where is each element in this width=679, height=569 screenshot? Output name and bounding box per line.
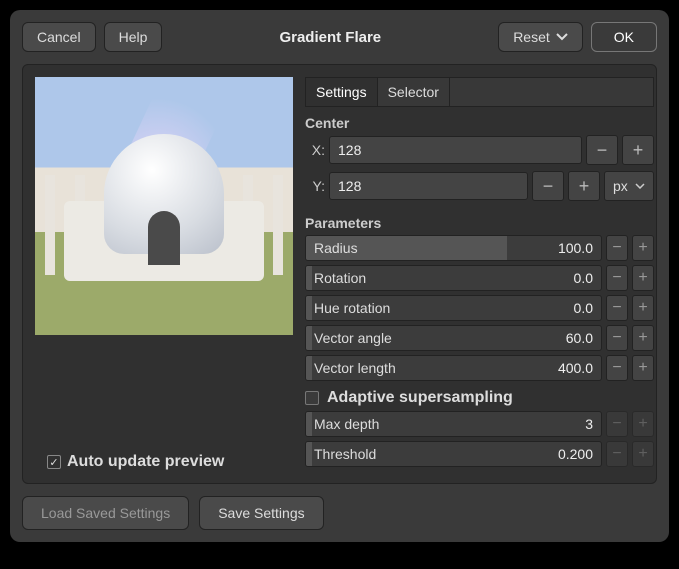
tab-bar: Settings Selector: [305, 77, 654, 107]
x-decrement-button[interactable]: −: [586, 135, 618, 165]
center-section-title: Center: [305, 115, 654, 131]
param-slider-0[interactable]: Radius 100.0: [305, 235, 602, 261]
auto-update-row[interactable]: ✓ Auto update preview: [47, 453, 293, 471]
max-depth-increment[interactable]: +: [632, 411, 654, 437]
help-button[interactable]: Help: [104, 22, 163, 52]
threshold-value: 0.200: [558, 446, 593, 462]
max-depth-label: Max depth: [314, 416, 379, 432]
cancel-button[interactable]: Cancel: [22, 22, 96, 52]
param-increment[interactable]: +: [632, 295, 654, 321]
param-label: Radius: [314, 240, 358, 256]
param-decrement[interactable]: −: [606, 295, 628, 321]
y-input[interactable]: [329, 172, 528, 200]
param-slider-4[interactable]: Vector length 400.0: [305, 355, 602, 381]
param-slider-1[interactable]: Rotation 0.0: [305, 265, 602, 291]
param-label: Rotation: [314, 270, 366, 286]
param-decrement[interactable]: −: [606, 265, 628, 291]
plus-icon: +: [579, 176, 590, 197]
param-value: 60.0: [566, 330, 593, 346]
param-slider-3[interactable]: Vector angle 60.0: [305, 325, 602, 351]
ok-button[interactable]: OK: [591, 22, 657, 52]
chevron-down-icon: [556, 33, 568, 41]
tab-settings[interactable]: Settings: [306, 78, 378, 106]
chevron-down-icon: [635, 183, 645, 189]
y-label: Y:: [305, 178, 325, 194]
param-decrement[interactable]: −: [606, 355, 628, 381]
parameters-section-title: Parameters: [305, 215, 654, 231]
unit-value: px: [613, 178, 628, 194]
param-slider-2[interactable]: Hue rotation 0.0: [305, 295, 602, 321]
threshold-decrement[interactable]: −: [606, 441, 628, 467]
save-settings-button[interactable]: Save Settings: [199, 496, 323, 530]
threshold-increment[interactable]: +: [632, 441, 654, 467]
param-label: Hue rotation: [314, 300, 390, 316]
param-value: 0.0: [574, 270, 593, 286]
checkbox-checked-icon: ✓: [47, 455, 61, 469]
param-decrement[interactable]: −: [606, 235, 628, 261]
threshold-label: Threshold: [314, 446, 376, 462]
param-increment[interactable]: +: [632, 265, 654, 291]
minus-icon: −: [543, 176, 554, 197]
param-value: 400.0: [558, 360, 593, 376]
dialog-window: Cancel Help Gradient Flare Reset OK ✓ Au…: [10, 10, 669, 542]
param-value: 100.0: [558, 240, 593, 256]
y-increment-button[interactable]: +: [568, 171, 600, 201]
main-panel: ✓ Auto update preview Settings Selector …: [22, 64, 657, 484]
param-increment[interactable]: +: [632, 235, 654, 261]
param-increment[interactable]: +: [632, 325, 654, 351]
right-column: Settings Selector Center X: − + Y: − + p…: [305, 77, 654, 471]
titlebar: Cancel Help Gradient Flare Reset OK: [22, 22, 657, 52]
max-depth-decrement[interactable]: −: [606, 411, 628, 437]
x-increment-button[interactable]: +: [622, 135, 654, 165]
adaptive-supersampling-row[interactable]: Adaptive supersampling: [305, 389, 654, 407]
preview-image[interactable]: [35, 77, 293, 335]
reset-button[interactable]: Reset: [498, 22, 583, 52]
x-input[interactable]: [329, 136, 582, 164]
param-decrement[interactable]: −: [606, 325, 628, 351]
x-label: X:: [305, 142, 325, 158]
unit-select[interactable]: px: [604, 171, 654, 201]
checkbox-unchecked-icon: [305, 391, 319, 405]
left-column: ✓ Auto update preview: [35, 77, 293, 471]
tab-selector[interactable]: Selector: [378, 78, 450, 106]
param-value: 0.0: [574, 300, 593, 316]
max-depth-value: 3: [585, 416, 593, 432]
load-settings-button[interactable]: Load Saved Settings: [22, 496, 189, 530]
auto-update-label: Auto update preview: [67, 453, 224, 471]
adaptive-label: Adaptive supersampling: [327, 389, 513, 407]
reset-label: Reset: [513, 29, 550, 45]
max-depth-slider[interactable]: Max depth 3: [305, 411, 602, 437]
dialog-title: Gradient Flare: [170, 29, 490, 46]
param-label: Vector angle: [314, 330, 392, 346]
param-label: Vector length: [314, 360, 396, 376]
y-decrement-button[interactable]: −: [532, 171, 564, 201]
threshold-slider[interactable]: Threshold 0.200: [305, 441, 602, 467]
footer: Load Saved Settings Save Settings: [22, 496, 657, 530]
plus-icon: +: [633, 140, 644, 161]
param-increment[interactable]: +: [632, 355, 654, 381]
minus-icon: −: [597, 140, 608, 161]
